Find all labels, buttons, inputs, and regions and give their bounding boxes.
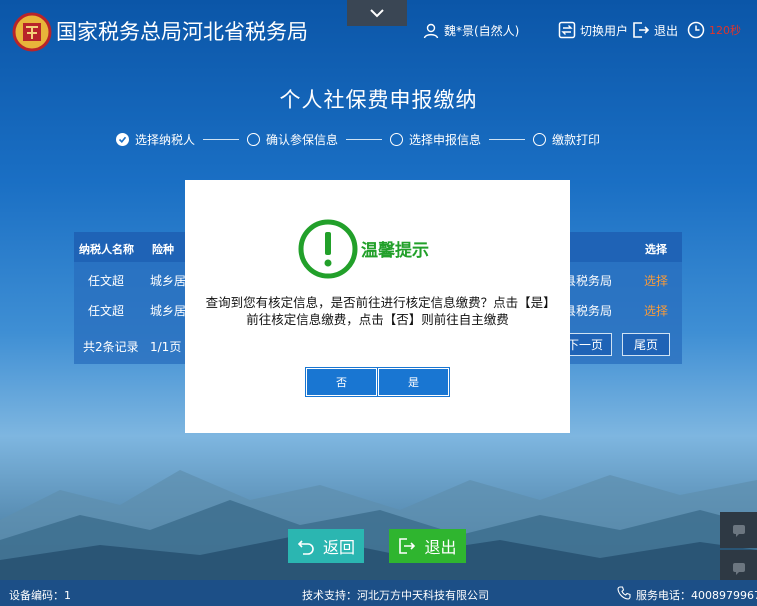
clock-icon (687, 21, 705, 39)
exit-icon (399, 538, 416, 554)
back-label: 返回 (322, 538, 355, 557)
yes-button[interactable]: 是 (378, 368, 449, 396)
step-label: 确认参保信息 (266, 133, 339, 147)
column-header-taxpayer-name: 纳税人名称 (79, 243, 134, 256)
phone-icon (617, 586, 631, 600)
org-name: 国家税务总局河北省税务局 (56, 20, 308, 44)
step-divider (346, 139, 383, 140)
header: 国家税务总局河北省税务局 魏*景(自然人) 切换用户 退出 120秒 (0, 0, 757, 62)
column-header-insurance-type: 险种 (152, 243, 174, 256)
select-link[interactable]: 选择 (644, 302, 668, 319)
cell-name: 任文超 (88, 274, 125, 288)
back-button[interactable]: 返回 (288, 529, 364, 563)
step-label: 缴款打印 (552, 133, 601, 147)
total-records: 共2条记录 (83, 340, 139, 354)
cell-type: 城乡居 (150, 304, 187, 318)
no-button[interactable]: 否 (306, 368, 377, 396)
step-confirm-insurance: 确认参保信息 (247, 131, 338, 148)
dialog-message: 查询到您有核定信息，是否前往进行核定信息缴费？点击【是】前往核定信息缴费，点击【… (205, 295, 550, 327)
step-check-icon (116, 133, 129, 146)
step-circle-icon (247, 133, 261, 146)
step-payment-print: 缴款打印 (533, 131, 600, 148)
logout-icon (633, 22, 650, 38)
exclamation-circle-icon (298, 219, 358, 279)
tax-bureau-logo (12, 12, 52, 52)
cell-office: 县税务局 (564, 304, 613, 318)
timer-value: 120秒 (709, 24, 741, 37)
switch-user-button[interactable]: 切换用户 (558, 21, 628, 39)
page-title: 个人社保费申报缴纳 (279, 88, 478, 112)
cell-type: 城乡居 (150, 274, 187, 288)
step-label: 选择纳税人 (135, 133, 196, 147)
last-page-button[interactable]: 尾页 (622, 333, 670, 356)
device-code: 设备编码：1 (9, 589, 71, 602)
reminder-dialog: 温馨提示 查询到您有核定信息，是否前往进行核定信息缴费？点击【是】前往核定信息缴… (185, 180, 570, 433)
cell-name: 任文超 (88, 304, 125, 318)
floating-widget-top[interactable] (720, 512, 757, 548)
logout-label: 退出 (654, 23, 679, 38)
page-indicator: 1/1页 (150, 340, 182, 354)
logout-button[interactable]: 退出 (632, 21, 678, 39)
dialog-title: 温馨提示 (361, 241, 429, 261)
service-phone: 服务电话：4008979967 (636, 589, 757, 602)
step-circle-icon (390, 133, 404, 146)
step-select-taxpayer: 选择纳税人 (116, 131, 195, 148)
chat-icon (732, 525, 745, 537)
select-link[interactable]: 选择 (644, 272, 668, 289)
great-wall-scenery (0, 470, 757, 580)
step-divider (489, 139, 526, 140)
progress-steps: 选择纳税人 确认参保信息 选择申报信息 缴款打印 (116, 131, 600, 148)
switch-user-icon (558, 21, 576, 39)
step-circle-icon (533, 133, 547, 146)
column-header-action: 选择 (645, 243, 667, 256)
step-select-declaration: 选择申报信息 (390, 131, 481, 148)
return-icon (297, 540, 314, 555)
step-label: 选择申报信息 (409, 133, 482, 147)
current-user: 魏*景(自然人) (423, 22, 519, 39)
switch-user-label: 切换用户 (580, 23, 629, 38)
user-icon (423, 23, 439, 38)
chat-icon (732, 563, 745, 575)
step-divider (203, 139, 240, 140)
exit-button[interactable]: 退出 (389, 529, 466, 563)
footer: 设备编码：1 技术支持：河北万方中天科技有限公司 服务电话：4008979967 (0, 580, 757, 606)
tech-support: 技术支持：河北万方中天科技有限公司 (302, 589, 489, 602)
exit-label: 退出 (424, 538, 457, 557)
session-timer: 120秒 (687, 21, 741, 39)
user-name: 魏*景(自然人) (444, 24, 520, 38)
cell-office: 县税务局 (564, 274, 613, 288)
